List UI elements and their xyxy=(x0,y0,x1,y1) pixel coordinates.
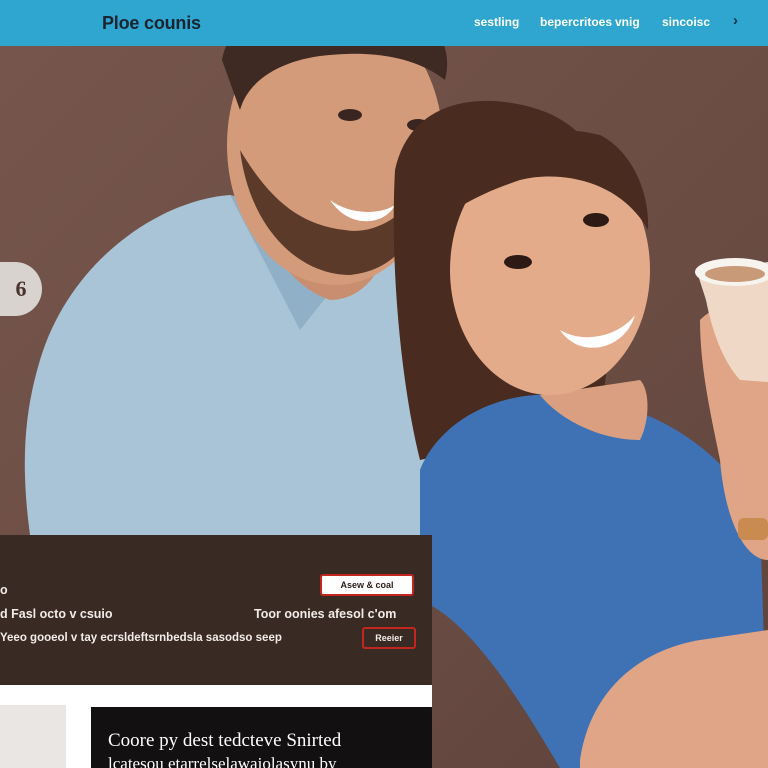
panel-line-3: Toor oonies afesol c'om xyxy=(254,607,397,621)
nav-link-2[interactable]: bepercritoes xyxy=(540,15,612,29)
man-figure xyxy=(24,46,448,535)
woman-figure xyxy=(393,100,768,768)
panel-line-4: Yeeo gooeol v tay ecrsldeftsrnbedsla sas… xyxy=(0,632,282,644)
info-panel: o d Fasl octo v csuio Toor oonies afesol… xyxy=(0,535,432,685)
thumbnail-card[interactable] xyxy=(0,705,66,768)
panel-line-1: o xyxy=(0,583,8,597)
panel-secondary-button[interactable]: Reeier xyxy=(362,627,416,649)
panel-action-button[interactable]: Asew & coal xyxy=(320,574,414,596)
panel-line-2: d Fasl octo v csuio xyxy=(0,607,113,621)
carousel-glyph: 6 xyxy=(15,276,27,301)
nav-link-3[interactable]: vnig xyxy=(615,15,640,29)
chevron-right-icon[interactable]: › xyxy=(733,12,738,29)
brand-logo-text[interactable]: Ploe counis xyxy=(102,13,201,34)
top-nav-bar: Ploe counis sestling bepercritoes vnig s… xyxy=(0,0,768,46)
feature-card-title: Coore py dest tedcteve Snirted xyxy=(108,730,342,751)
feature-card-subtitle: lcatesou etarrelselawaiolasynu by xyxy=(108,754,337,768)
nav-link-1[interactable]: sestling xyxy=(474,15,519,29)
nav-link-4[interactable]: sincoisc xyxy=(662,15,710,29)
